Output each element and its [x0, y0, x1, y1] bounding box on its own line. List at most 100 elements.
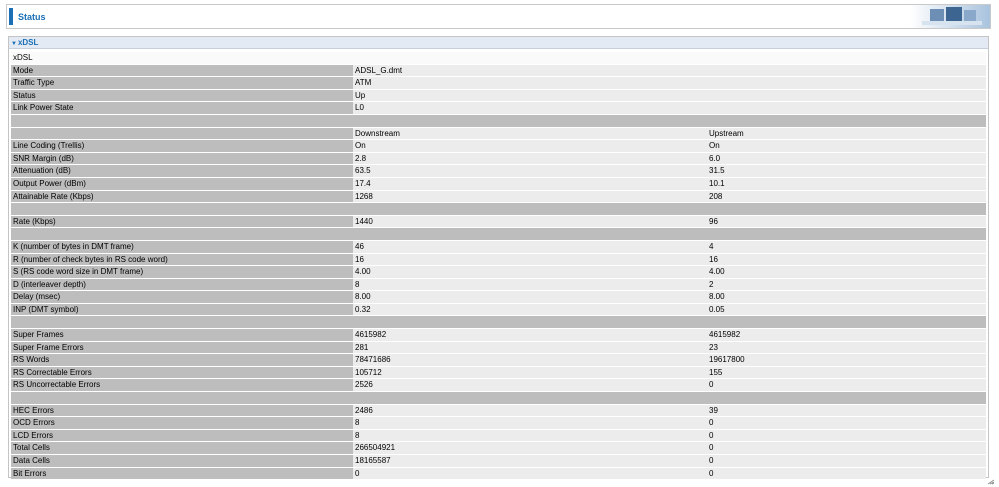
table-row: Traffic Type ATM — [11, 77, 986, 89]
downstream-value: 17.4 — [353, 177, 707, 190]
downstream-value: 266504921 — [353, 442, 707, 454]
page-title: Status — [18, 12, 46, 22]
title-accent-bar — [9, 8, 13, 25]
row-value: ADSL_G.dmt — [353, 64, 986, 77]
upstream-value: 2 — [707, 278, 986, 291]
row-label: K (number of bytes in DMT frame) — [11, 240, 353, 253]
xdsl-panel: ▼xDSL xDSL Mode ADSL_G.dmt Traffic Type ATM S… — [8, 36, 989, 480]
separator-row — [11, 203, 986, 215]
table-row: Total Cells 266504921 0 — [11, 442, 986, 454]
downstream-value: 46 — [353, 240, 707, 253]
upstream-value: 19617800 — [707, 354, 986, 366]
separator — [11, 114, 986, 127]
table-row: LCD Errors 8 0 — [11, 429, 986, 442]
table-row: Super Frames 4615982 4615982 — [11, 329, 986, 341]
row-value: Up — [353, 89, 986, 102]
downstream-value: 2526 — [353, 379, 707, 392]
table-row: SNR Margin (dB) 2.8 6.0 — [11, 152, 986, 165]
row-label: RS Uncorrectable Errors — [11, 379, 353, 392]
upstream-value: 6.0 — [707, 152, 986, 165]
downstream-value: 4615982 — [353, 329, 707, 341]
column-header-upstream: Upstream — [707, 127, 986, 140]
row-label: Attenuation (dB) — [11, 165, 353, 177]
row-label: Line Coding (Trellis) — [11, 140, 353, 152]
table-row: K (number of bytes in DMT frame) 46 4 — [11, 240, 986, 253]
upstream-value: 0 — [707, 467, 986, 480]
table-row: OCD Errors 8 0 — [11, 417, 986, 429]
downstream-value: 4.00 — [353, 266, 707, 278]
row-label: Delay (msec) — [11, 291, 353, 303]
downstream-value: 63.5 — [353, 165, 707, 177]
row-label: INP (DMT symbol) — [11, 303, 353, 316]
row-label: Bit Errors — [11, 467, 353, 480]
table-row: INP (DMT symbol) 0.32 0.05 — [11, 303, 986, 316]
downstream-value: 18165587 — [353, 455, 707, 467]
separator — [11, 228, 986, 240]
downstream-value: 16 — [353, 253, 707, 266]
upstream-value: 31.5 — [707, 165, 986, 177]
downstream-value: 105712 — [353, 366, 707, 379]
downstream-value: 8 — [353, 417, 707, 429]
row-label: Mode — [11, 64, 353, 77]
column-header-row: Downstream Upstream — [11, 127, 986, 140]
upstream-value: 0 — [707, 442, 986, 454]
row-label: SNR Margin (dB) — [11, 152, 353, 165]
downstream-value: On — [353, 140, 707, 152]
table-row: Attenuation (dB) 63.5 31.5 — [11, 165, 986, 177]
separator — [11, 203, 986, 215]
upstream-value: On — [707, 140, 986, 152]
table-row: Data Cells 18165587 0 — [11, 455, 986, 467]
row-label: RS Correctable Errors — [11, 366, 353, 379]
row-label: Traffic Type — [11, 77, 353, 89]
row-value: ATM — [353, 77, 986, 89]
downstream-value: 2486 — [353, 404, 707, 417]
table-row: Status Up — [11, 89, 986, 102]
caret-down-icon: ▼ — [11, 41, 17, 47]
row-label: LCD Errors — [11, 429, 353, 442]
upstream-value: 23 — [707, 341, 986, 354]
row-value: L0 — [353, 102, 986, 114]
row-label: Data Cells — [11, 455, 353, 467]
resize-grip-icon[interactable] — [987, 479, 995, 485]
row-label: OCD Errors — [11, 417, 353, 429]
row-label: Rate (Kbps) — [11, 215, 353, 228]
upstream-value: 8.00 — [707, 291, 986, 303]
table-row: Mode ADSL_G.dmt — [11, 64, 986, 77]
downstream-value: 0.32 — [353, 303, 707, 316]
table-row: Bit Errors 0 0 — [11, 467, 986, 480]
row-label: Super Frames — [11, 329, 353, 341]
downstream-value: 281 — [353, 341, 707, 354]
upstream-value: 0 — [707, 455, 986, 467]
xdsl-panel-toggle[interactable]: ▼xDSL — [9, 37, 988, 49]
separator-row — [11, 316, 986, 329]
separator-row — [11, 228, 986, 240]
row-label: Total Cells — [11, 442, 353, 454]
table-row: Attainable Rate (Kbps) 1268 208 — [11, 190, 986, 203]
upstream-value: 4 — [707, 240, 986, 253]
row-label: R (number of check bytes in RS code word… — [11, 253, 353, 266]
row-label: D (interleaver depth) — [11, 278, 353, 291]
table-row: RS Correctable Errors 105712 155 — [11, 366, 986, 379]
upstream-value: 10.1 — [707, 177, 986, 190]
separator-row — [11, 114, 986, 127]
upstream-value: 4.00 — [707, 266, 986, 278]
downstream-value: 1268 — [353, 190, 707, 203]
table-row: Output Power (dBm) 17.4 10.1 — [11, 177, 986, 190]
upstream-value: 16 — [707, 253, 986, 266]
table-row: Line Coding (Trellis) On On — [11, 140, 986, 152]
upstream-value: 0 — [707, 417, 986, 429]
separator — [11, 392, 986, 404]
upstream-value: 0.05 — [707, 303, 986, 316]
row-label: S (RS code word size in DMT frame) — [11, 266, 353, 278]
table-row: D (interleaver depth) 8 2 — [11, 278, 986, 291]
downstream-value: 1440 — [353, 215, 707, 228]
table-row: Rate (Kbps) 1440 96 — [11, 215, 986, 228]
xdsl-status-table: xDSL Mode ADSL_G.dmt Traffic Type ATM Status U… — [11, 51, 986, 480]
downstream-value: 8.00 — [353, 291, 707, 303]
upstream-value: 39 — [707, 404, 986, 417]
downstream-value: 8 — [353, 278, 707, 291]
page-header: Status — [6, 4, 991, 29]
upstream-value: 96 — [707, 215, 986, 228]
table-row: S (RS code word size in DMT frame) 4.00 4.… — [11, 266, 986, 278]
table-row: HEC Errors 2486 39 — [11, 404, 986, 417]
